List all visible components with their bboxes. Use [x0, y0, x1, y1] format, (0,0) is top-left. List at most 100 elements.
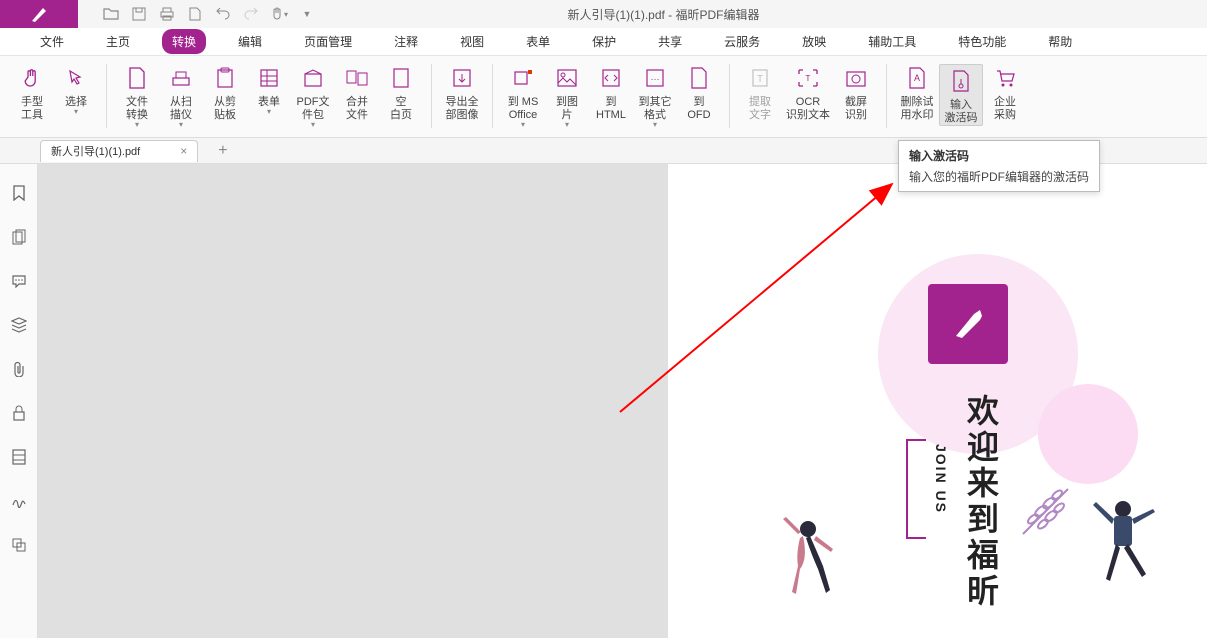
svg-text:A: A — [914, 73, 920, 83]
signature-icon[interactable] — [10, 492, 28, 510]
remove-watermark-button[interactable]: A删除试 用水印 — [895, 64, 939, 126]
enterprise-button[interactable]: 企业 采购 — [983, 64, 1027, 126]
ocr-icon: T — [794, 64, 822, 92]
menu-accessibility[interactable]: 辅助工具 — [858, 29, 926, 54]
decorative-circle-small — [1038, 384, 1138, 484]
menu-special[interactable]: 特色功能 — [948, 29, 1016, 54]
menu-share[interactable]: 共享 — [648, 29, 692, 54]
decorative-bracket — [906, 439, 926, 539]
menu-cloud[interactable]: 云服务 — [714, 29, 770, 54]
window-title: 新人引导(1)(1).pdf - 福昕PDF编辑器 — [320, 6, 1207, 23]
to-image-button[interactable]: 到图 片▾ — [545, 64, 589, 129]
cart-icon — [991, 64, 1019, 92]
comments-icon[interactable] — [10, 272, 28, 290]
document-area[interactable]: JOIN US 欢迎来到福昕 — [38, 164, 1207, 638]
person-illustration-2 — [1078, 494, 1168, 607]
overlap-icon[interactable] — [10, 536, 28, 554]
form-button[interactable]: 表单▾ — [247, 64, 291, 129]
fields-icon[interactable] — [10, 448, 28, 466]
svg-text:T: T — [757, 74, 763, 85]
tooltip: 输入激活码 输入您的福昕PDF编辑器的激活码 — [898, 140, 1100, 192]
form-icon — [255, 64, 283, 92]
to-html-button[interactable]: 到 HTML — [589, 64, 633, 129]
ofd-icon — [685, 64, 713, 92]
merge-icon — [343, 64, 371, 92]
menu-help[interactable]: 帮助 — [1038, 29, 1082, 54]
hand-tool-button[interactable]: 手型 工具 — [10, 64, 54, 122]
hand-icon — [18, 64, 46, 92]
other-format-icon: ··· — [641, 64, 669, 92]
blank-page-button[interactable]: 空 白页 — [379, 64, 423, 129]
title-bar: ▾ ▼ 新人引导(1)(1).pdf - 福昕PDF编辑器 — [0, 0, 1207, 28]
page-icon[interactable] — [182, 2, 208, 26]
redo-icon[interactable] — [238, 2, 264, 26]
screenshot-ocr-button[interactable]: 截屏 识别 — [834, 64, 878, 122]
file-icon — [123, 64, 151, 92]
scanner-icon — [167, 64, 195, 92]
save-icon[interactable] — [126, 2, 152, 26]
watermark-icon: A — [903, 64, 931, 92]
to-msoffice-button[interactable]: 到 MS Office▾ — [501, 64, 545, 129]
clipboard-icon — [211, 64, 239, 92]
menu-home[interactable]: 主页 — [96, 29, 140, 54]
pdf-page: JOIN US 欢迎来到福昕 — [668, 164, 1207, 638]
open-icon[interactable] — [98, 2, 124, 26]
layers-icon[interactable] — [10, 316, 28, 334]
menu-edit[interactable]: 编辑 — [228, 29, 272, 54]
activation-code-button[interactable]: 输入 激活码 — [939, 64, 983, 126]
leaf-decoration — [1013, 474, 1083, 547]
menu-file[interactable]: 文件 — [30, 29, 74, 54]
from-clipboard-button[interactable]: 从剪 贴板 — [203, 64, 247, 129]
join-us-text: JOIN US — [933, 444, 949, 514]
html-icon — [597, 64, 625, 92]
menu-show[interactable]: 放映 — [792, 29, 836, 54]
export-images-button[interactable]: 导出全 部图像 — [440, 64, 484, 122]
package-icon — [299, 64, 327, 92]
security-icon[interactable] — [10, 404, 28, 422]
svg-text:···: ··· — [651, 74, 660, 84]
undo-icon[interactable] — [210, 2, 236, 26]
menu-comment[interactable]: 注释 — [384, 29, 428, 54]
attachment-icon[interactable] — [10, 360, 28, 378]
bookmark-icon[interactable] — [10, 184, 28, 202]
left-sidebar — [0, 164, 38, 638]
cursor-icon — [62, 64, 90, 92]
svg-text:T: T — [806, 74, 811, 83]
menu-page[interactable]: 页面管理 — [294, 29, 362, 54]
pages-icon[interactable] — [10, 228, 28, 246]
dropdown-icon[interactable]: ▼ — [294, 2, 320, 26]
tooltip-description: 输入您的福昕PDF编辑器的激活码 — [909, 168, 1089, 185]
ocr-button[interactable]: TOCR 识别文本 — [782, 64, 834, 122]
pdf-package-button[interactable]: PDF文 件包▾ — [291, 64, 335, 129]
to-other-button[interactable]: ···到其它 格式▾ — [633, 64, 677, 129]
select-button[interactable]: 选择▾ — [54, 64, 98, 122]
new-tab-button[interactable]: + — [218, 142, 227, 160]
menu-convert[interactable]: 转换 — [162, 29, 206, 54]
quick-access-toolbar: ▾ ▼ — [78, 2, 320, 26]
file-convert-button[interactable]: 文件 转换▾ — [115, 64, 159, 129]
tooltip-title: 输入激活码 — [909, 147, 1089, 164]
print-icon[interactable] — [154, 2, 180, 26]
from-scanner-button[interactable]: 从扫 描仪▾ — [159, 64, 203, 129]
document-tab-label: 新人引导(1)(1).pdf — [51, 143, 140, 159]
app-logo — [0, 0, 78, 28]
person-illustration-1 — [768, 514, 848, 617]
blank-icon — [387, 64, 415, 92]
foxit-logo — [928, 284, 1008, 364]
ribbon: 手型 工具 选择▾ 文件 转换▾ 从扫 描仪▾ 从剪 贴板 表单▾ PDF文 件… — [0, 56, 1207, 138]
to-ofd-button[interactable]: 到 OFD — [677, 64, 721, 129]
export-icon — [448, 64, 476, 92]
document-tab[interactable]: 新人引导(1)(1).pdf × — [40, 140, 198, 162]
close-tab-icon[interactable]: × — [180, 144, 187, 158]
merge-button[interactable]: 合并 文件 — [335, 64, 379, 129]
menu-view[interactable]: 视图 — [450, 29, 494, 54]
menu-bar: 文件 主页 转换 编辑 页面管理 注释 视图 表单 保护 共享 云服务 放映 辅… — [0, 28, 1207, 56]
menu-form[interactable]: 表单 — [516, 29, 560, 54]
key-icon — [947, 67, 975, 95]
office-icon — [509, 64, 537, 92]
screenshot-icon — [842, 64, 870, 92]
menu-protect[interactable]: 保护 — [582, 29, 626, 54]
hand-small-icon[interactable]: ▾ — [266, 2, 292, 26]
extract-text-button[interactable]: T提取 文字 — [738, 64, 782, 122]
extract-icon: T — [746, 64, 774, 92]
